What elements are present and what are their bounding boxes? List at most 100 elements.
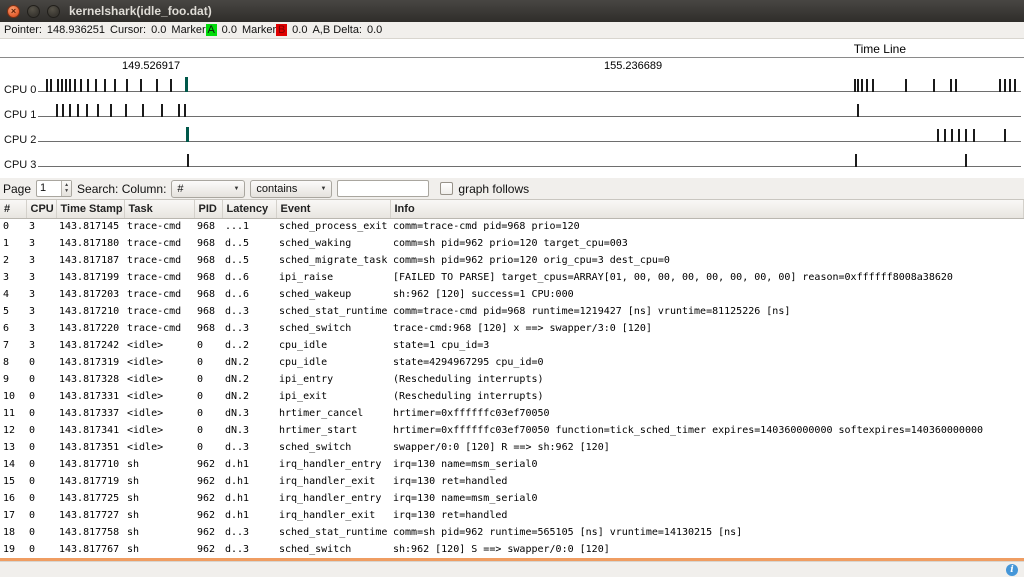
table-row[interactable]: 80143.817319<idle>0dN.2cpu_idlestate=429… bbox=[0, 354, 1024, 371]
event-marker bbox=[80, 79, 82, 92]
cell-latency: d.h1 bbox=[222, 490, 276, 507]
cell-pid: 968 bbox=[194, 320, 222, 337]
cell-cpu: 0 bbox=[26, 507, 56, 524]
column-header-pid[interactable]: PID bbox=[194, 200, 222, 218]
cell-latency: d..5 bbox=[222, 235, 276, 252]
cell-task: sh bbox=[124, 507, 194, 524]
close-button[interactable]: × bbox=[7, 5, 20, 18]
cell-timestamp: 143.817199 bbox=[56, 269, 124, 286]
table-row[interactable]: 90143.817328<idle>0dN.2ipi_entry(Resched… bbox=[0, 371, 1024, 388]
cell-index: 11 bbox=[0, 405, 26, 422]
cell-pid: 0 bbox=[194, 337, 222, 354]
page-spinner[interactable]: 1 ▲▼ bbox=[36, 180, 72, 197]
column-header-info[interactable]: Info bbox=[390, 200, 1024, 218]
table-row[interactable]: 160143.817725sh962d.h1irq_handler_entryi… bbox=[0, 490, 1024, 507]
column-header-timestamp[interactable]: Time Stamp bbox=[56, 200, 124, 218]
cell-task: sh bbox=[124, 456, 194, 473]
cell-event: sched_switch bbox=[276, 320, 390, 337]
cell-timestamp: 143.817145 bbox=[56, 218, 124, 235]
event-marker bbox=[184, 104, 186, 117]
cell-timestamp: 143.817710 bbox=[56, 456, 124, 473]
table-row[interactable]: 120143.817341<idle>0dN.3hrtimer_starthrt… bbox=[0, 422, 1024, 439]
marker-b-value: 0.0 bbox=[292, 24, 307, 36]
maximize-button[interactable] bbox=[47, 5, 60, 18]
column-header-task[interactable]: Task bbox=[124, 200, 194, 218]
cell-index: 9 bbox=[0, 371, 26, 388]
table-row[interactable]: 43143.817203trace-cmd968d..6sched_wakeup… bbox=[0, 286, 1024, 303]
cell-task: sh bbox=[124, 541, 194, 558]
table-row[interactable]: 150143.817719sh962d.h1irq_handler_exitir… bbox=[0, 473, 1024, 490]
cell-task: <idle> bbox=[124, 371, 194, 388]
event-marker bbox=[855, 154, 857, 167]
cell-pid: 0 bbox=[194, 388, 222, 405]
table-header-row: #CPUTime StampTaskPIDLatencyEventInfo bbox=[0, 200, 1024, 218]
marker-a-label: Marker bbox=[171, 24, 205, 36]
cpu-graph-row[interactable]: CPU 1 bbox=[0, 98, 1024, 123]
event-marker bbox=[50, 79, 52, 92]
table-row[interactable]: 140143.817710sh962d.h1irq_handler_entryi… bbox=[0, 456, 1024, 473]
cell-index: 5 bbox=[0, 303, 26, 320]
cell-task: sh bbox=[124, 473, 194, 490]
cell-task: trace-cmd bbox=[124, 303, 194, 320]
cpu-graph-row[interactable]: CPU 3 bbox=[0, 148, 1024, 173]
pointer-value: 148.936251 bbox=[47, 24, 105, 36]
cell-cpu: 0 bbox=[26, 371, 56, 388]
cell-event: sched_migrate_task bbox=[276, 252, 390, 269]
timeline-panel[interactable]: Time Line 149.526917155.236689 CPU 0CPU … bbox=[0, 39, 1024, 178]
marker-a-badge[interactable]: A bbox=[206, 24, 217, 36]
cell-task: sh bbox=[124, 490, 194, 507]
cell-cpu: 3 bbox=[26, 252, 56, 269]
cell-event: ipi_exit bbox=[276, 388, 390, 405]
search-input[interactable] bbox=[337, 180, 429, 197]
column-header-latency[interactable]: Latency bbox=[222, 200, 276, 218]
cell-info: hrtimer=0xffffffc03ef70050 bbox=[390, 405, 1024, 422]
match-select[interactable]: contains ▼ bbox=[250, 180, 332, 198]
table-row[interactable]: 53143.817210trace-cmd968d..3sched_stat_r… bbox=[0, 303, 1024, 320]
search-column-label: Search: Column: bbox=[77, 182, 166, 196]
table-row[interactable]: 33143.817199trace-cmd968d..6ipi_raise[FA… bbox=[0, 269, 1024, 286]
cell-task: <idle> bbox=[124, 388, 194, 405]
search-toolbar: Page 1 ▲▼ Search: Column: # ▼ contains ▼… bbox=[0, 178, 1024, 200]
marker-b-badge[interactable]: B bbox=[276, 24, 287, 36]
event-marker bbox=[951, 129, 953, 142]
event-marker bbox=[857, 104, 859, 117]
cell-pid: 968 bbox=[194, 235, 222, 252]
table-row[interactable]: 13143.817180trace-cmd968d..5sched_waking… bbox=[0, 235, 1024, 252]
cpu-graph-row[interactable]: CPU 2 bbox=[0, 123, 1024, 148]
event-marker bbox=[97, 104, 99, 117]
cell-timestamp: 143.817351 bbox=[56, 439, 124, 456]
column-select[interactable]: # ▼ bbox=[171, 180, 245, 198]
event-marker bbox=[126, 79, 128, 92]
cell-info: irq=130 ret=handled bbox=[390, 473, 1024, 490]
cpu-graph-row[interactable]: CPU 0 bbox=[0, 73, 1024, 98]
table-row[interactable]: 03143.817145trace-cmd968...1sched_proces… bbox=[0, 218, 1024, 235]
spinner-arrows-icon[interactable]: ▲▼ bbox=[61, 181, 71, 196]
table-row[interactable]: 130143.817351<idle>0d..3sched_switchswap… bbox=[0, 439, 1024, 456]
table-row[interactable]: 63143.817220trace-cmd968d..3sched_switch… bbox=[0, 320, 1024, 337]
cell-latency: d..6 bbox=[222, 286, 276, 303]
table-row[interactable]: 73143.817242<idle>0d..2cpu_idlestate=1 c… bbox=[0, 337, 1024, 354]
table-row[interactable]: 180143.817758sh962d..3sched_stat_runtime… bbox=[0, 524, 1024, 541]
minimize-button[interactable] bbox=[27, 5, 40, 18]
cell-pid: 0 bbox=[194, 439, 222, 456]
column-header-event[interactable]: Event bbox=[276, 200, 390, 218]
page-label: Page bbox=[3, 182, 31, 196]
table-row[interactable]: 170143.817727sh962d.h1irq_handler_exitir… bbox=[0, 507, 1024, 524]
info-icon[interactable]: i bbox=[1006, 564, 1018, 576]
cell-cpu: 3 bbox=[26, 286, 56, 303]
table-row[interactable]: 23143.817187trace-cmd968d..5sched_migrat… bbox=[0, 252, 1024, 269]
cell-cpu: 0 bbox=[26, 490, 56, 507]
event-marker bbox=[1004, 79, 1006, 92]
column-header-cpu[interactable]: CPU bbox=[26, 200, 56, 218]
table-row[interactable]: 110143.817337<idle>0dN.3hrtimer_cancelhr… bbox=[0, 405, 1024, 422]
table-row[interactable]: 100143.817331<idle>0dN.2ipi_exit(Resched… bbox=[0, 388, 1024, 405]
event-marker bbox=[114, 79, 116, 92]
cell-timestamp: 143.817319 bbox=[56, 354, 124, 371]
event-marker bbox=[958, 129, 960, 142]
table-row[interactable]: 190143.817767sh962d..3sched_switchsh:962… bbox=[0, 541, 1024, 558]
graph-follows-checkbox[interactable] bbox=[440, 182, 453, 195]
event-marker bbox=[973, 129, 975, 142]
column-header-index[interactable]: # bbox=[0, 200, 26, 218]
cell-latency: d..6 bbox=[222, 269, 276, 286]
event-marker bbox=[56, 104, 58, 117]
